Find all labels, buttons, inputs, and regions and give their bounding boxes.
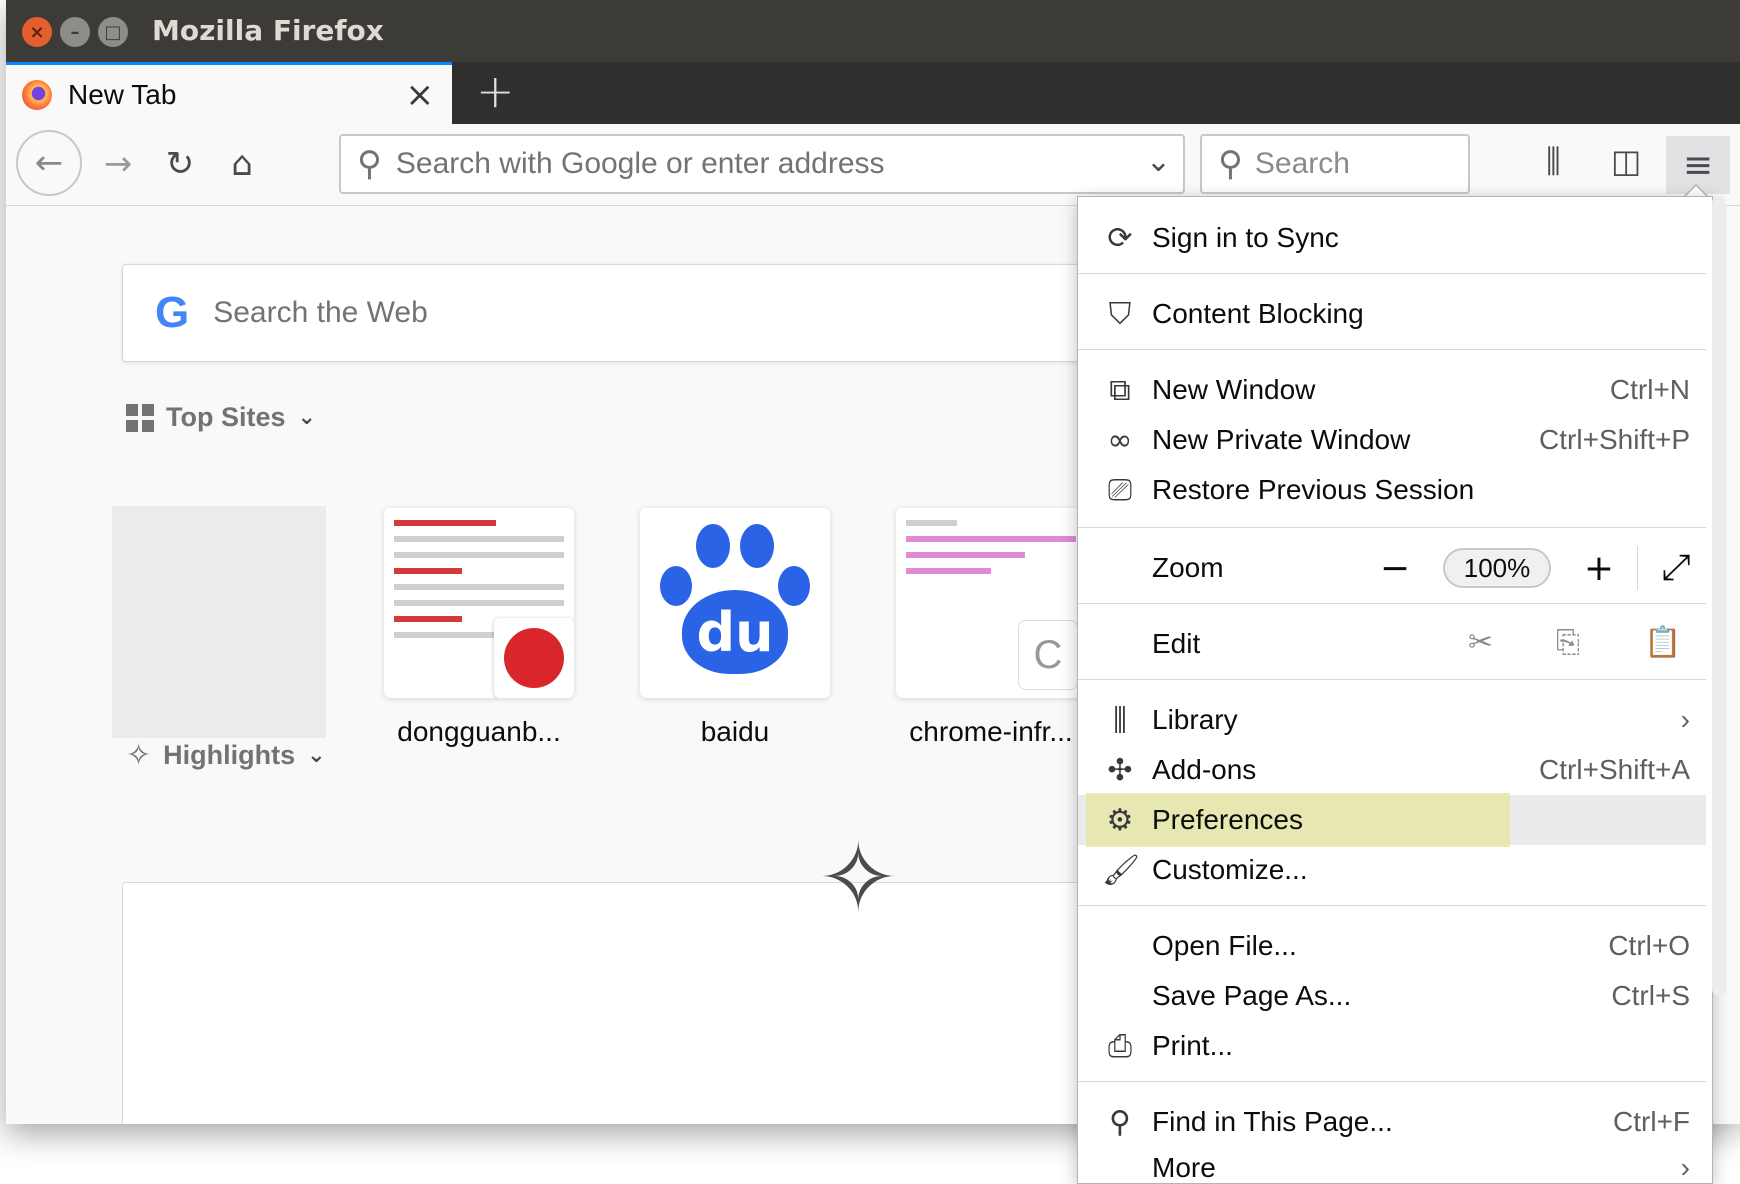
chevron-down-icon: ⌄ [307, 743, 326, 768]
search-icon: ⚲ [1109, 1104, 1131, 1140]
reload-button[interactable]: ↻ [154, 138, 206, 190]
zoom-in-button[interactable]: + [1569, 548, 1629, 589]
firefox-favicon-icon [22, 79, 52, 110]
tab-title: New Tab [68, 78, 177, 110]
restore-session-icon: ⎚ [1108, 472, 1132, 508]
site-thumbnail [112, 506, 326, 738]
sidebar-icon[interactable]: ◫ [1611, 142, 1641, 180]
shield-icon: ⛉ [1108, 296, 1132, 332]
window-minimize-button[interactable]: – [60, 17, 90, 47]
highlights-header[interactable]: ✧ Highlights ⌄ [126, 738, 326, 773]
search-icon: ⚲ [1218, 144, 1243, 184]
sync-icon: ⟳ [1107, 220, 1133, 256]
new-tab-button[interactable]: + [476, 64, 515, 118]
search-placeholder: Search [1254, 147, 1350, 180]
menu-item-preferences[interactable]: ⚙ Preferences [1078, 793, 1706, 847]
menu-separator [1078, 679, 1706, 680]
grid-icon [126, 403, 154, 432]
menu-item-restore-session[interactable]: ⎚ Restore Previous Session [1078, 465, 1706, 515]
google-icon: G [155, 288, 190, 337]
menu-separator [1078, 603, 1706, 604]
private-mask-icon: ∞ [1107, 422, 1133, 458]
site-thumbnail [384, 508, 574, 698]
zoom-reset-button[interactable]: 100% [1443, 548, 1551, 588]
tab-new-tab[interactable]: New Tab × [6, 62, 452, 124]
baidu-paw-icon: du [660, 524, 810, 674]
menu-item-library[interactable]: ⫼ Library › [1078, 695, 1706, 745]
chevron-right-icon: › [1680, 1152, 1690, 1183]
forward-button[interactable]: → [92, 138, 144, 190]
menu-separator [1078, 273, 1706, 274]
top-site-tile[interactable]: du baidu [640, 508, 830, 748]
site-label: baidu [700, 716, 770, 747]
site-thumbnail: du [640, 508, 830, 698]
chevron-right-icon: › [1680, 704, 1690, 735]
menu-scrollbar[interactable] [1712, 196, 1726, 996]
paintbrush-icon: 🖌 [1102, 852, 1141, 888]
puzzle-icon: ✣ [1107, 752, 1133, 788]
library-icon[interactable]: ⫼ [1546, 142, 1561, 181]
address-placeholder: Search with Google or enter address [395, 147, 885, 180]
copy-icon[interactable]: ⎘ [1556, 625, 1580, 660]
menu-item-new-private-window[interactable]: ∞ New Private Window Ctrl+Shift+P [1078, 415, 1706, 465]
window-title: Mozilla Firefox [152, 14, 384, 47]
menu-item-new-window[interactable]: ⧉ New Window Ctrl+N [1078, 365, 1706, 415]
highlights-label: Highlights [163, 740, 296, 770]
home-button[interactable]: ⌂ [216, 138, 268, 190]
search-bar[interactable]: ⚲ Search [1200, 134, 1470, 194]
window-maximize-button[interactable]: □ [98, 17, 128, 47]
highlights-panel [122, 882, 1122, 1124]
library-icon: ⫼ [1113, 702, 1127, 738]
paste-icon[interactable]: 📋 [1644, 625, 1681, 660]
app-menu-panel: ⟳ Sign in to Sync ⛉ Content Blocking ⧉ N… [1077, 196, 1713, 1184]
menu-item-sign-in[interactable]: ⟳ Sign in to Sync [1078, 213, 1706, 263]
chevron-down-icon[interactable]: ⌄ [1146, 144, 1171, 179]
cut-icon[interactable]: ✂ [1468, 625, 1493, 660]
web-search-placeholder: Search the Web [213, 296, 428, 329]
top-site-tile[interactable] [112, 506, 326, 738]
top-sites-label: Top Sites [166, 402, 286, 432]
gear-icon: ⚙ [1106, 802, 1134, 838]
site-thumbnail: C [896, 508, 1086, 698]
back-button[interactable]: ← [16, 130, 82, 196]
top-site-tile[interactable]: dongguanb... [384, 508, 574, 748]
site-label: chrome-infr... [909, 716, 1073, 747]
printer-icon: ⎙ [1108, 1028, 1132, 1064]
address-bar[interactable]: ⚲ Search with Google or enter address ⌄ [339, 134, 1185, 194]
site-letter-icon: C [1018, 620, 1078, 690]
menu-separator [1078, 527, 1706, 528]
menu-item-content-blocking[interactable]: ⛉ Content Blocking [1078, 289, 1706, 339]
zoom-controls: − 100% + ⤢ [1365, 543, 1706, 593]
tab-strip: New Tab × + [6, 62, 1740, 124]
search-icon: ⚲ [357, 144, 382, 184]
menu-separator [1078, 905, 1706, 906]
menu-separator [1078, 349, 1706, 350]
menu-item-save-page[interactable]: Save Page As... Ctrl+S [1078, 971, 1706, 1021]
menu-item-open-file[interactable]: Open File... Ctrl+O [1078, 921, 1706, 971]
menu-item-find[interactable]: ⚲ Find in This Page... Ctrl+F [1078, 1097, 1706, 1147]
site-label: dongguanb... [397, 716, 561, 747]
title-bar: × – □ Mozilla Firefox [6, 0, 1740, 62]
menu-item-edit: Edit ✂ ⎘ 📋 [1152, 625, 1682, 660]
new-window-icon: ⧉ [1109, 372, 1131, 408]
menu-item-addons[interactable]: ✣ Add-ons Ctrl+Shift+A [1078, 745, 1706, 795]
chevron-down-icon: ⌄ [297, 405, 316, 430]
top-site-tile[interactable]: C chrome-infr... [896, 508, 1086, 748]
menu-item-zoom: Zoom − 100% + ⤢ [1078, 543, 1706, 593]
site-favicon-icon [494, 618, 574, 698]
web-search-box[interactable]: G Search the Web [122, 264, 1122, 362]
menu-item-print[interactable]: ⎙ Print... [1078, 1021, 1706, 1071]
top-sites-header[interactable]: Top Sites ⌄ [126, 402, 316, 433]
tab-close-icon[interactable]: × [406, 75, 435, 115]
navigation-toolbar: ← → ↻ ⌂ ⚲ Search with Google or enter ad… [6, 124, 1740, 206]
menu-item-more[interactable]: More › [1078, 1143, 1706, 1183]
menu-separator [1078, 1081, 1706, 1082]
sparkle-icon: ✧ [126, 738, 152, 773]
sparkle-icon: ✧ [818, 822, 899, 934]
zoom-separator [1637, 546, 1638, 590]
window-close-button[interactable]: × [22, 17, 52, 47]
fullscreen-icon[interactable]: ⤢ [1646, 547, 1706, 589]
menu-item-customize[interactable]: 🖌 Customize... [1078, 845, 1706, 895]
zoom-out-button[interactable]: − [1365, 548, 1425, 589]
